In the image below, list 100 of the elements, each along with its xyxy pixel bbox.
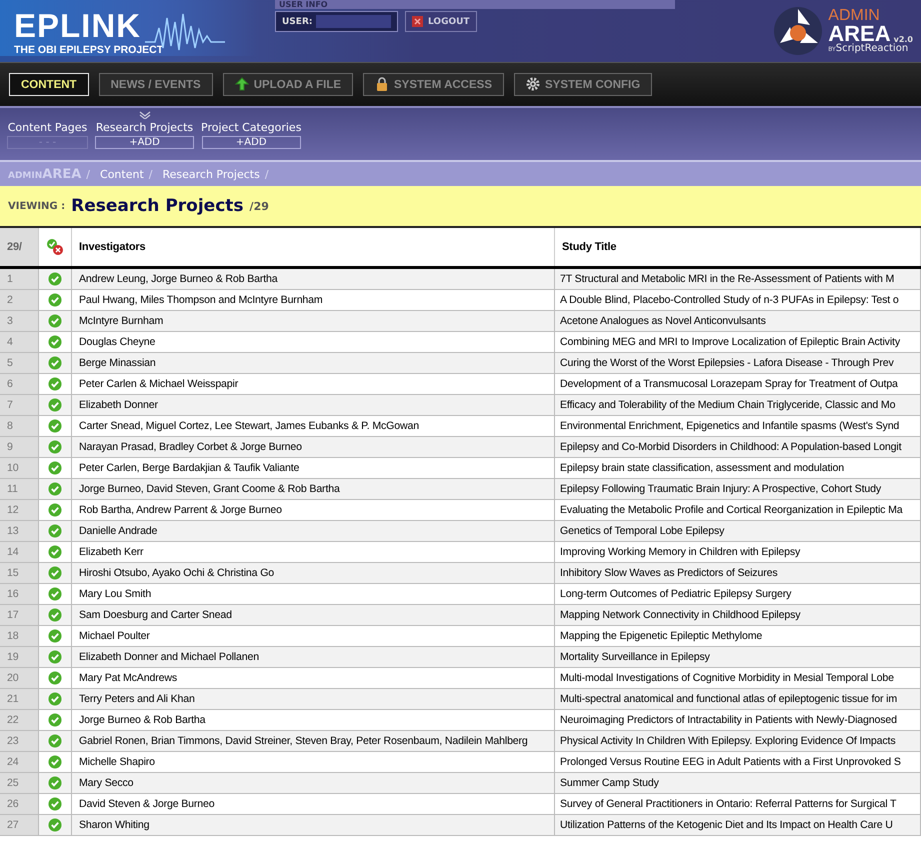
table-cell: Mapping the Epigenetic Epileptic Methylome: [554, 626, 920, 646]
table-cell: Sharon Whiting: [72, 814, 554, 836]
table-cell: Prolonged Versus Routine EEG in Adult Patients with a First Unprovoked S: [554, 752, 920, 772]
row-number: 4: [0, 332, 38, 352]
row-number: 14: [0, 542, 38, 562]
row-number: 13: [0, 520, 38, 542]
table-cell: Jorge Burneo, David Steven, Grant Coome & Rob Bartha: [72, 478, 554, 500]
table-cell: Mortality Surveillance in Epilepsy: [554, 646, 920, 668]
table-cell: Multi-modal Investigations of Cognitive Morbidity in Mesial Temporal Lobe: [554, 668, 920, 688]
row-number: 6: [0, 374, 38, 394]
row-number: 2: [0, 290, 38, 310]
row-number: 7: [0, 394, 38, 416]
table-cell: Long-term Outcomes of Pediatric Epilepsy Surgery: [554, 584, 920, 604]
table-cell: Peter Carlen & Michael Weisspapir: [72, 374, 554, 394]
logout-button[interactable]: LOGOUT: [405, 11, 477, 32]
table-cell: Epilepsy Following Traumatic Brain Injury: A Prospective, Cohort Study: [554, 478, 920, 500]
table-cell: Elizabeth Kerr: [72, 542, 554, 562]
breadcrumb-separator: /: [264, 168, 269, 180]
row-number: 8: [0, 416, 38, 436]
table-cell: Epilepsy brain state classification, assessment and modulation: [554, 458, 920, 478]
nav-tab[interactable]: CONTENT: [9, 73, 89, 96]
table-cell: Hiroshi Otsubo, Ayako Ochi & Christina Go: [72, 562, 554, 584]
logo-title: EPLINK: [14, 9, 142, 43]
row-number: 3: [0, 310, 38, 332]
table-cell: Terry Peters and Ali Khan: [72, 688, 554, 710]
subnav-link[interactable]: Project Categories: [201, 121, 302, 134]
row-number: 16: [0, 584, 38, 604]
page-title: Research Projects: [71, 196, 244, 216]
table-cell: Rob Bartha, Andrew Parrent & Jorge Burneo: [72, 500, 554, 520]
logo-subtitle: THE OBI EPILEPSY PROJECT: [14, 44, 164, 56]
viewing-label: VIEWING :: [8, 200, 66, 212]
row-number: 21: [0, 688, 38, 710]
close-icon: [412, 16, 423, 27]
table-cell: Development of a Transmucosal Lorazepam Spray for Treatment of Outpa: [554, 374, 920, 394]
table-cell: Mapping Network Connectivity in Childhood Epilepsy: [554, 604, 920, 626]
table-cell: A Double Blind, Placebo-Controlled Study of n-3 PUFAs in Epilepsy: Test o: [554, 290, 920, 310]
table-cell: Michael Poulter: [72, 626, 554, 646]
gear-icon: [526, 77, 540, 92]
nav-tab[interactable]: SYSTEM CONFIG: [514, 73, 652, 96]
row-number: 15: [0, 562, 38, 584]
subnav-link[interactable]: Content Pages: [8, 121, 88, 134]
up-arrow-icon: [234, 77, 249, 92]
row-number: 9: [0, 436, 38, 458]
padlock-icon: [375, 77, 390, 92]
table-cell: Curing the Worst of the Worst Epilepsies - Lafora Disease - Through Prev: [554, 352, 920, 374]
table-cell: Efficacy and Tolerability of the Medium Chain Triglyceride, Classic and Mo: [554, 394, 920, 416]
table-cell: Carter Snead, Miguel Cortez, Lee Stewart, James Eubanks & P. McGowan: [72, 416, 554, 436]
table-cell: Mary Pat McAndrews: [72, 668, 554, 688]
table-cell: Narayan Prasad, Bradley Corbet & Jorge Burneo: [72, 436, 554, 458]
row-number: 24: [0, 752, 38, 772]
table-cell: Danielle Andrade: [72, 520, 554, 542]
add-button[interactable]: +ADD: [95, 136, 194, 149]
table-cell: Epilepsy and Co-Morbid Disorders in Childhood: A Population-based Longit: [554, 436, 920, 458]
table-cell: Mary Secco: [72, 772, 554, 794]
table-cell: Peter Carlen, Berge Bardakjian & Taufik Valiante: [72, 458, 554, 478]
row-number: 1: [0, 268, 38, 290]
row-number: 26: [0, 794, 38, 814]
table-cell: David Steven & Jorge Burneo: [72, 794, 554, 814]
table-cell: Evaluating the Metabolic Profile and Cortical Reorganization in Epileptic Ma: [554, 500, 920, 520]
area-label: AREA: [828, 24, 891, 44]
nav-tab[interactable]: SYSTEM ACCESS: [363, 73, 504, 96]
version-label: v2.0: [894, 36, 913, 44]
row-number: 5: [0, 352, 38, 374]
table-cell: Sam Doesburg and Carter Snead: [72, 604, 554, 626]
table-cell: Improving Working Memory in Children with Epilepsy: [554, 542, 920, 562]
table-cell: Neuroimaging Predictors of Intractability in Patients with Newly-Diagnosed: [554, 710, 920, 730]
table-cell: Jorge Burneo & Rob Bartha: [72, 710, 554, 730]
add-button[interactable]: +ADD: [202, 136, 301, 149]
subnav-link[interactable]: Research Projects: [96, 121, 194, 134]
table-cell: Inhibitory Slow Waves as Predictors of Seizures: [554, 562, 920, 584]
table-cell: Paul Hwang, Miles Thompson and McIntyre Burnham: [72, 290, 554, 310]
table-cell: 7T Structural and Metabolic MRI in the Re-Assessment of Patients with M: [554, 268, 920, 290]
table-cell: Multi-spectral anatomical and functional atlas of epileptogenic tissue for im: [554, 688, 920, 710]
breadcrumb-separator: /: [86, 168, 90, 180]
row-number: 10: [0, 458, 38, 478]
record-count: /29: [250, 200, 269, 212]
nav-tab[interactable]: UPLOAD A FILE: [222, 73, 354, 96]
table-cell: Gabriel Ronen, Brian Timmons, David Streiner, Steven Bray, Peter Rosenbaum, Nadilein Mahlberg: [72, 730, 554, 752]
table-cell: Physical Activity In Children With Epilepsy. Exploring Evidence Of Impacts: [554, 730, 920, 752]
table-cell: Utilization Patterns of the Ketogenic Diet and Its Impact on Health Care U: [554, 814, 920, 836]
user-info-heading: USER INFO: [275, 0, 675, 9]
row-number: 20: [0, 668, 38, 688]
table-cell: Acetone Analogues as Novel Anticonvulsants: [554, 310, 920, 332]
table-cell: Mary Lou Smith: [72, 584, 554, 604]
check-cross-icon: [46, 238, 64, 256]
table-cell: Environmental Enrichment, Epigenetics and Infantile spasms (West's Synd: [554, 416, 920, 436]
table-cell: Elizabeth Donner: [72, 394, 554, 416]
table-cell: Douglas Cheyne: [72, 332, 554, 352]
nav-tab[interactable]: NEWS / EVENTS: [98, 73, 213, 96]
row-number: 19: [0, 646, 38, 668]
table-cell: Michelle Shapiro: [72, 752, 554, 772]
breadcrumb-separator: /: [148, 168, 152, 180]
row-number: 23: [0, 730, 38, 752]
row-number: 17: [0, 604, 38, 626]
table-cell: Berge Minassian: [72, 352, 554, 374]
table-cell: Summer Camp Study: [554, 772, 920, 794]
row-number: 25: [0, 772, 38, 794]
row-number: 18: [0, 626, 38, 646]
table-cell: Elizabeth Donner and Michael Pollanen: [72, 646, 554, 668]
row-number: 27: [0, 814, 38, 836]
